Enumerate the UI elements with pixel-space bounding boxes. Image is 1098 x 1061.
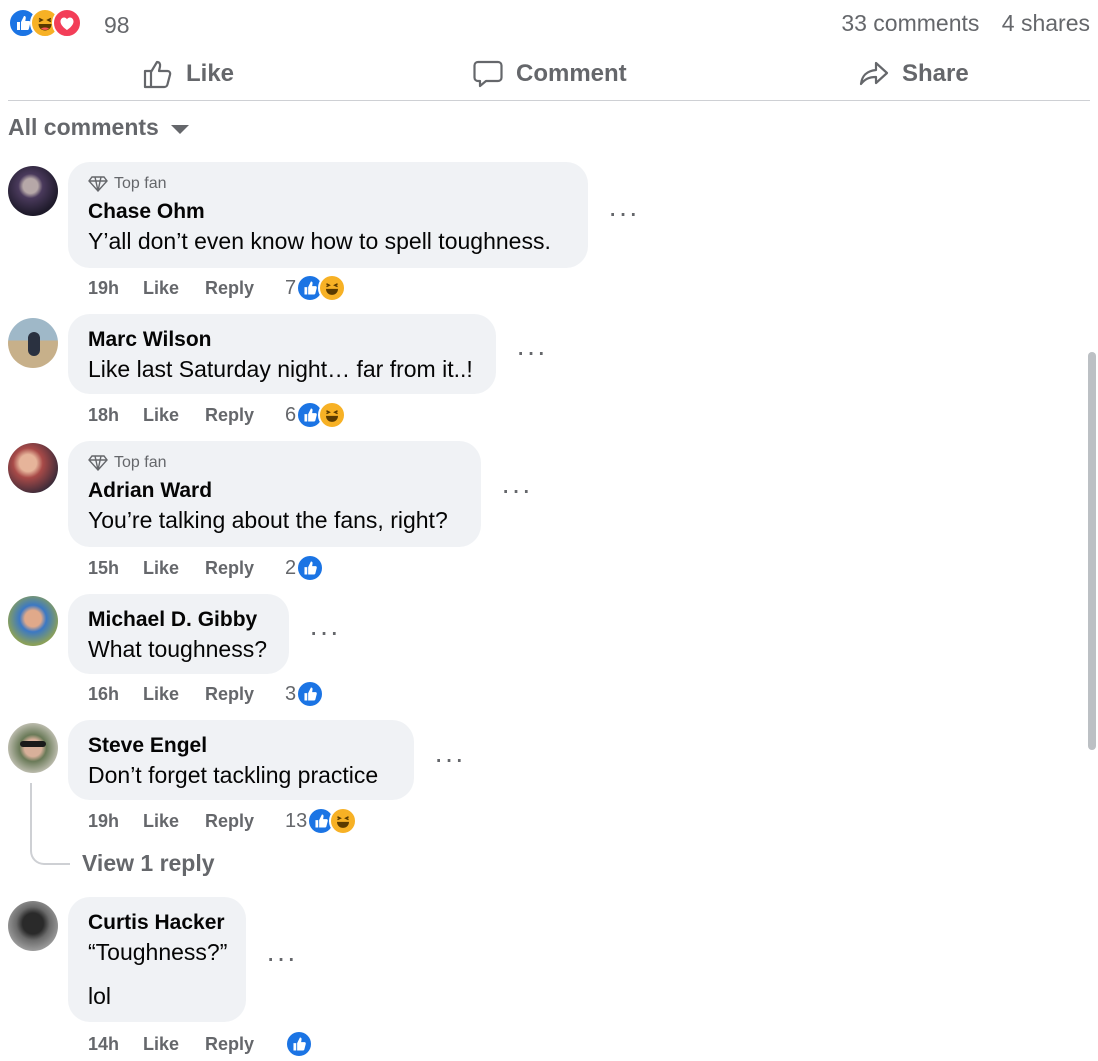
scrollbar[interactable] — [1088, 352, 1096, 750]
comment-meta: 18h Like Reply 6 — [88, 399, 347, 431]
comment-author[interactable]: Steve Engel — [88, 732, 396, 760]
comment-time[interactable]: 14h — [88, 1034, 143, 1055]
view-replies-link[interactable]: View 1 reply — [82, 850, 215, 877]
comment-count[interactable]: 33 comments — [841, 10, 979, 36]
like-icon — [296, 680, 325, 708]
more-options-button[interactable]: ··· — [608, 199, 639, 227]
comment-time[interactable]: 16h — [88, 684, 143, 705]
comment-reply-button[interactable]: Reply — [205, 811, 285, 832]
comment-like-button[interactable]: Like — [143, 1034, 205, 1055]
love-icon — [52, 8, 82, 38]
comment-like-button[interactable]: Like — [143, 558, 205, 579]
share-icon — [859, 61, 889, 86]
comment-button[interactable]: Comment — [472, 56, 627, 92]
haha-icon — [329, 807, 358, 835]
thumbs-up-icon — [143, 60, 172, 89]
comment-like-button[interactable]: Like — [143, 811, 205, 832]
avatar[interactable] — [8, 166, 58, 216]
comment-meta: 19h Like Reply 13 — [88, 805, 358, 837]
comment-reply-button[interactable]: Reply — [205, 684, 285, 705]
comment-bubble: Steve Engel Don’t forget tackling practi… — [68, 720, 414, 800]
comment-time[interactable]: 15h — [88, 558, 143, 579]
more-options-button[interactable]: ··· — [516, 338, 547, 366]
comment-like-button[interactable]: Like — [143, 684, 205, 705]
post-action-bar: Like Comment Share — [8, 50, 1090, 101]
comment-author[interactable]: Chase Ohm — [88, 198, 570, 226]
avatar[interactable] — [8, 901, 58, 951]
comment-text: lol — [88, 983, 112, 1009]
comment-reaction-count[interactable]: 13 — [285, 810, 307, 833]
comment-reaction-count[interactable]: 6 — [285, 404, 296, 427]
more-options-button[interactable]: ··· — [266, 944, 297, 972]
reaction-count[interactable]: 98 — [104, 12, 130, 39]
more-options-button[interactable]: ··· — [309, 618, 340, 646]
like-button[interactable]: Like — [142, 56, 234, 92]
comment-time[interactable]: 19h — [88, 278, 143, 299]
haha-icon — [318, 274, 347, 302]
avatar[interactable] — [8, 318, 58, 368]
comment-bubble: Top fan Adrian Ward You’re talking about… — [68, 441, 481, 547]
comment-reaction-count[interactable]: 7 — [285, 277, 296, 300]
caret-down-icon — [170, 125, 189, 134]
comment-icon — [473, 60, 503, 88]
top-fan-badge: Top fan — [88, 453, 463, 473]
comment-meta: 19h Like Reply 7 — [88, 272, 347, 304]
diamond-icon — [88, 176, 108, 192]
comment-filter-label: All comments — [8, 114, 159, 140]
comment-bubble: Michael D. Gibby What toughness? — [68, 594, 289, 674]
comment-reaction-count[interactable]: 3 — [285, 683, 296, 706]
comment-text: “Toughness?” — [88, 939, 228, 965]
like-icon — [296, 554, 325, 582]
share-label: Share — [902, 60, 969, 87]
comment-time[interactable]: 19h — [88, 811, 143, 832]
comment-filter-dropdown[interactable]: All comments — [8, 114, 189, 141]
comment-reply-button[interactable]: Reply — [205, 558, 285, 579]
comment-meta: 16h Like Reply 3 — [88, 678, 325, 710]
more-options-button[interactable]: ··· — [501, 476, 532, 504]
comment-text: What toughness? — [88, 636, 268, 662]
comment-author[interactable]: Adrian Ward — [88, 477, 463, 505]
diamond-icon — [88, 455, 108, 471]
comment-reply-button[interactable]: Reply — [205, 278, 285, 299]
comment-text: Don’t forget tackling practice — [88, 762, 379, 788]
comment-bubble: Top fan Chase Ohm Y’all don’t even know … — [68, 162, 588, 268]
top-fan-label: Top fan — [114, 175, 167, 192]
comment-like-button[interactable]: Like — [143, 405, 205, 426]
avatar[interactable] — [8, 596, 58, 646]
more-options-button[interactable]: ··· — [434, 745, 465, 773]
comment-author[interactable]: Marc Wilson — [88, 326, 478, 354]
comment-meta: 15h Like Reply 2 — [88, 552, 325, 584]
top-fan-badge: Top fan — [88, 174, 570, 194]
comment-reply-button[interactable]: Reply — [205, 1034, 285, 1055]
comment-author[interactable]: Curtis Hacker — [88, 909, 228, 937]
comment-text: Y’all don’t even know how to spell tough… — [88, 228, 551, 254]
comment-like-button[interactable]: Like — [143, 278, 205, 299]
like-label: Like — [186, 60, 235, 87]
comment-text: You’re talking about the fans, right? — [88, 507, 448, 533]
comment-bubble: Marc Wilson Like last Saturday night… fa… — [68, 314, 496, 394]
haha-icon — [318, 401, 347, 429]
post-stats: 98 33 comments 4 shares — [8, 6, 1090, 40]
share-count[interactable]: 4 shares — [1002, 10, 1090, 36]
comment-reaction-count[interactable]: 2 — [285, 557, 296, 580]
comment-label: Comment — [516, 60, 627, 87]
top-fan-label: Top fan — [114, 454, 167, 471]
avatar[interactable] — [8, 723, 58, 773]
avatar[interactable] — [8, 443, 58, 493]
comment-reply-button[interactable]: Reply — [205, 405, 285, 426]
share-button[interactable]: Share — [858, 56, 969, 92]
like-icon — [285, 1030, 313, 1058]
comment-time[interactable]: 18h — [88, 405, 143, 426]
comment-author[interactable]: Michael D. Gibby — [88, 606, 271, 634]
comment-meta: 14h Like Reply — [88, 1028, 313, 1060]
reply-thread-line — [30, 783, 70, 865]
comment-bubble: Curtis Hacker “Toughness?” lol — [68, 897, 246, 1022]
comment-text: Like last Saturday night… far from it..! — [88, 356, 473, 382]
